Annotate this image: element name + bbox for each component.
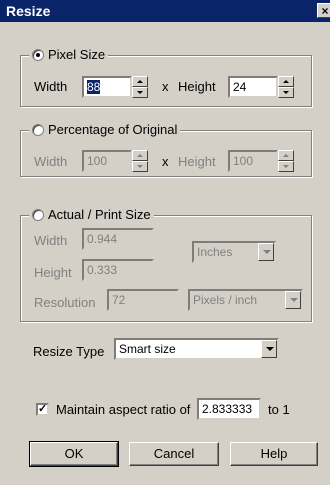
window-title: Resize <box>6 3 51 19</box>
spin-down-icon[interactable] <box>278 87 294 98</box>
title-bar: Resize × <box>0 0 330 22</box>
percentage-width-label: Width <box>34 154 68 169</box>
percentage-width-input[interactable]: 100 <box>82 150 132 172</box>
actual-print-radio[interactable] <box>32 208 44 221</box>
percentage-x-label: x <box>162 154 169 169</box>
pixel-width-input[interactable]: 88 <box>82 76 132 98</box>
resolution-label: Resolution <box>34 295 96 310</box>
spin-up-icon[interactable] <box>132 76 148 87</box>
percentage-height-spinner[interactable] <box>278 150 294 172</box>
actual-height-input[interactable]: 0.333 <box>82 259 154 281</box>
resolution-units-value: Pixels / inch <box>193 293 258 307</box>
spin-down-icon[interactable] <box>132 87 148 98</box>
pixel-height-input[interactable]: 24 <box>228 76 278 98</box>
aspect-label: Maintain aspect ratio of <box>56 402 191 417</box>
actual-width-input[interactable]: 0.944 <box>82 228 154 250</box>
pixel-height-spinner[interactable] <box>278 76 294 98</box>
spin-up-icon[interactable] <box>132 150 148 161</box>
pixel-width-label: Width <box>34 79 68 94</box>
units-dropdown[interactable]: Inches <box>192 241 276 263</box>
pixel-size-radio-row[interactable]: Pixel Size <box>29 47 109 62</box>
pixel-height-label: Height <box>178 79 216 94</box>
resize-type-value: Smart size <box>119 342 176 356</box>
percentage-height-input[interactable]: 100 <box>228 150 278 172</box>
spin-up-icon[interactable] <box>278 76 294 87</box>
actual-print-label: Actual / Print Size <box>48 207 151 222</box>
pixel-size-radio[interactable] <box>32 48 44 61</box>
percentage-radio-row[interactable]: Percentage of Original <box>29 122 181 137</box>
percentage-width-spinner[interactable] <box>132 150 148 172</box>
resize-type-label: Resize Type <box>33 344 105 359</box>
aspect-ratio-input[interactable]: 2.833333 <box>197 398 261 420</box>
close-button[interactable]: × <box>317 3 330 18</box>
percentage-radio[interactable] <box>32 123 44 136</box>
pixel-x-label: x <box>162 79 169 94</box>
help-button[interactable]: Help <box>230 442 318 466</box>
spin-up-icon[interactable] <box>278 150 294 161</box>
spin-down-icon[interactable] <box>278 161 294 172</box>
percentage-label: Percentage of Original <box>48 122 178 137</box>
resolution-units-dropdown[interactable]: Pixels / inch <box>188 289 303 311</box>
percentage-height-label: Height <box>178 154 216 169</box>
aspect-checkbox[interactable]: ✓ <box>36 403 49 416</box>
pixel-width-spinner[interactable] <box>132 76 148 98</box>
pixel-size-label: Pixel Size <box>48 47 106 62</box>
chevron-down-icon[interactable] <box>258 243 274 261</box>
chevron-down-icon[interactable] <box>261 340 277 358</box>
ok-button[interactable]: OK <box>29 441 119 467</box>
resize-type-dropdown[interactable]: Smart size <box>114 338 279 360</box>
spin-down-icon[interactable] <box>132 161 148 172</box>
actual-height-label: Height <box>34 265 72 280</box>
chevron-down-icon[interactable] <box>285 291 301 309</box>
aspect-suffix: to 1 <box>268 402 290 417</box>
resolution-input[interactable]: 72 <box>107 289 179 311</box>
units-value: Inches <box>197 245 233 259</box>
cancel-button[interactable]: Cancel <box>129 442 219 466</box>
actual-width-label: Width <box>34 233 68 248</box>
actual-print-radio-row[interactable]: Actual / Print Size <box>29 207 154 222</box>
